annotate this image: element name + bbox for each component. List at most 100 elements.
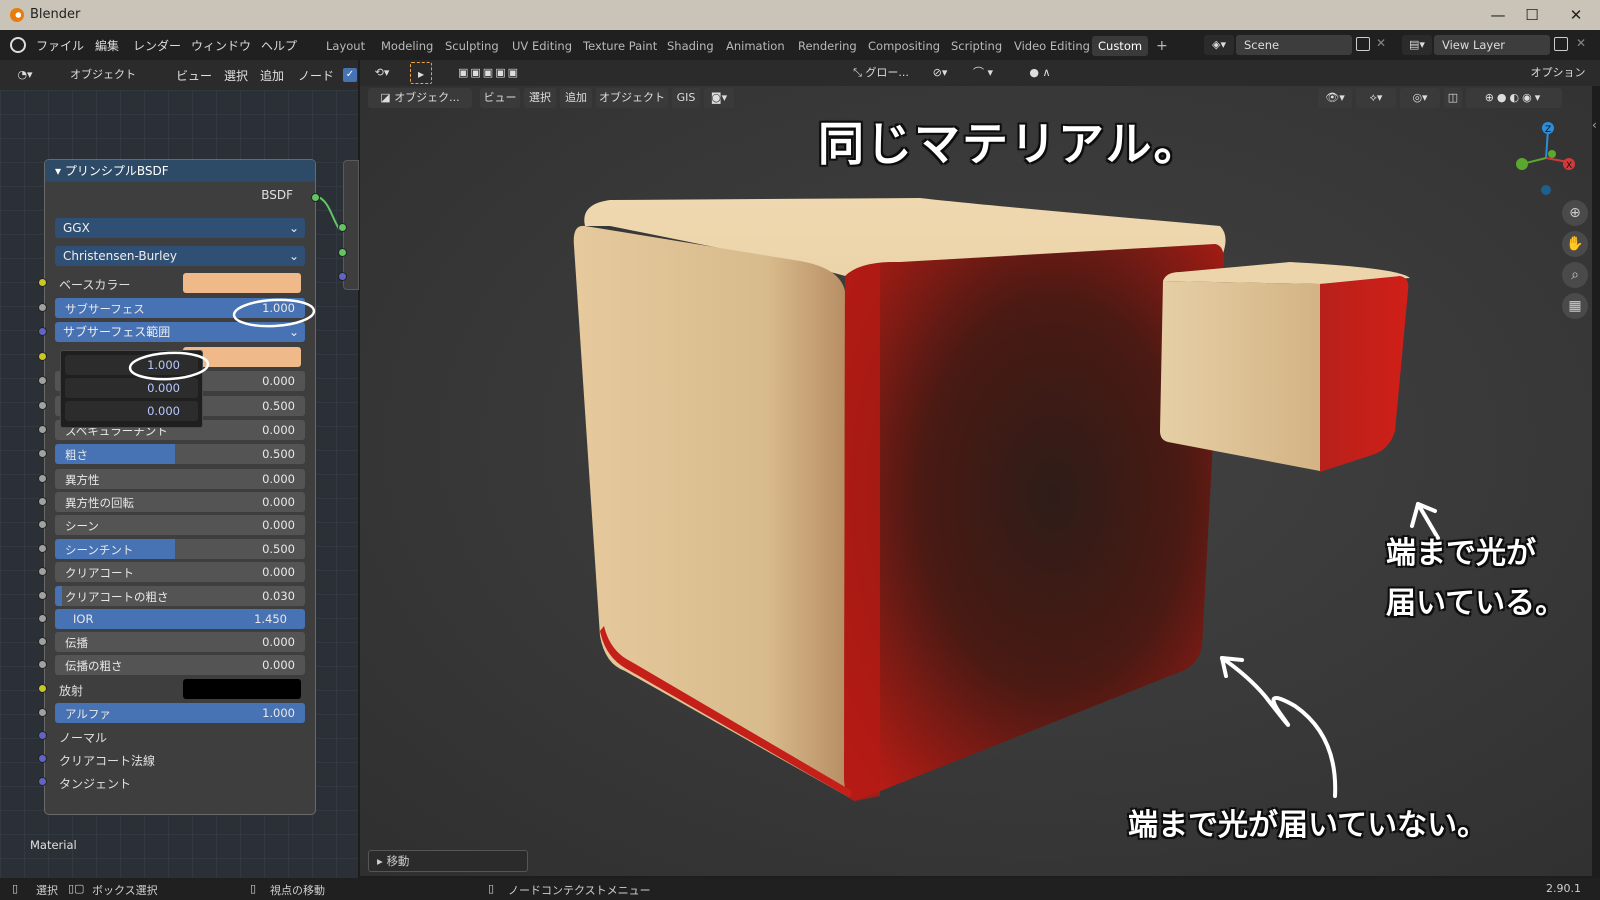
socket-input-9[interactable]	[38, 497, 47, 506]
proportional-edit-icon[interactable]: ● ∧	[1018, 63, 1062, 83]
new-view-layer-icon[interactable]	[1554, 37, 1568, 51]
scene-browse-icon[interactable]: ◈▾	[1204, 35, 1234, 55]
node-menu-select[interactable]: 選択	[224, 67, 248, 84]
node-mode-dropdown[interactable]: オブジェクト	[48, 65, 164, 85]
tab-sculpting[interactable]: Sculpting	[439, 36, 505, 56]
tab-animation[interactable]: Animation	[720, 36, 791, 56]
socket-input-20[interactable]	[38, 754, 47, 763]
socket-input-3[interactable]	[38, 352, 47, 361]
menu-window[interactable]: ウィンドウ	[191, 37, 251, 54]
blender-menu-icon[interactable]	[10, 37, 26, 53]
tab-shading[interactable]: Shading	[661, 36, 720, 56]
socket-bsdf-out[interactable]	[311, 193, 320, 202]
socket-input-8[interactable]	[38, 474, 47, 483]
slider-row-15[interactable]: 伝播 0.000	[55, 632, 305, 652]
socket-input-19[interactable]	[38, 731, 47, 740]
socket-input-11[interactable]	[38, 544, 47, 553]
tab-layout[interactable]: Layout	[320, 36, 371, 56]
navigation-gizmo[interactable]: Z X	[1506, 118, 1576, 198]
socket-input-10[interactable]	[38, 520, 47, 529]
socket-input-13[interactable]	[38, 591, 47, 600]
pan-hand-icon[interactable]: ✋	[1562, 231, 1588, 257]
sidebar-toggle-icon[interactable]: ‹	[1592, 118, 1597, 132]
socket-input-6[interactable]	[38, 425, 47, 434]
distribution-dropdown[interactable]: GGX ⌄	[55, 218, 305, 238]
maximize-button[interactable]: ☐	[1514, 4, 1550, 26]
node-menu-add[interactable]: 追加	[260, 67, 284, 84]
tab-scripting[interactable]: Scripting	[945, 36, 1008, 56]
socket-input-18[interactable]	[38, 708, 47, 717]
color-swatch-17[interactable]	[183, 679, 301, 699]
camera-view-icon[interactable]: ⌕	[1562, 262, 1588, 288]
socket-input-17[interactable]	[38, 684, 47, 693]
tab-texture-paint[interactable]: Texture Paint	[577, 36, 663, 56]
slider-row-1[interactable]: サブサーフェス 1.000	[55, 298, 305, 318]
slider-row-14[interactable]: IOR 1.450	[55, 609, 305, 629]
select-mode-buttons[interactable]: ▣▣▣▣▣	[442, 63, 536, 83]
menu-help[interactable]: ヘルプ	[261, 37, 297, 54]
socket-displacement-in[interactable]	[338, 272, 347, 281]
menu-edit[interactable]: 編集	[95, 37, 119, 54]
pivot-point-icon[interactable]: ⊘▾	[926, 63, 954, 83]
tab-uv-editing[interactable]: UV Editing	[506, 36, 578, 56]
socket-input-5[interactable]	[38, 401, 47, 410]
select-tool-icon[interactable]: ▸	[410, 62, 432, 84]
remove-view-layer-icon[interactable]: ✕	[1576, 36, 1586, 50]
socket-input-21[interactable]	[38, 777, 47, 786]
tab-rendering[interactable]: Rendering	[792, 36, 863, 56]
socket-input-2[interactable]	[38, 327, 47, 336]
add-workspace-button[interactable]: +	[1150, 36, 1174, 56]
editor-type-icon[interactable]: ◔▾	[8, 65, 42, 85]
tab-compositing[interactable]: Compositing	[862, 36, 946, 56]
socket-input-16[interactable]	[38, 660, 47, 669]
editor-type-3d-icon[interactable]: ⟲▾	[366, 63, 398, 83]
socket-surface-in[interactable]	[338, 223, 347, 232]
node-title-bar[interactable]: ▾ プリンシプルBSDF	[45, 160, 315, 182]
node-menu-node[interactable]: ノード	[298, 67, 334, 84]
socket-input-1[interactable]	[38, 303, 47, 312]
zoom-icon[interactable]: ⊕	[1562, 200, 1588, 226]
slider-row-12[interactable]: クリアコート 0.000	[55, 562, 305, 582]
slider-row-10[interactable]: シーン 0.000	[55, 515, 305, 535]
tab-custom[interactable]: Custom	[1092, 36, 1149, 56]
snap-icon[interactable]: ⌒ ▾	[958, 63, 1008, 83]
socket-volume-in[interactable]	[338, 248, 347, 257]
socket-input-14[interactable]	[38, 614, 47, 623]
options-dropdown[interactable]: オプション	[1520, 63, 1596, 83]
subsurface-method-dropdown[interactable]: Christensen-Burley ⌄	[55, 246, 305, 266]
socket-input-12[interactable]	[38, 567, 47, 576]
socket-input-0[interactable]	[38, 278, 47, 287]
radius-y-field[interactable]: 0.000	[65, 378, 198, 398]
view-layer-browse-icon[interactable]: ▤▾	[1402, 35, 1432, 55]
close-button[interactable]: ✕	[1558, 4, 1594, 26]
socket-input-4[interactable]	[38, 376, 47, 385]
use-nodes-checkbox[interactable]: ✓	[343, 68, 357, 82]
view-layer-field[interactable]: View Layer	[1434, 35, 1550, 55]
slider-row-16[interactable]: 伝播の粗さ 0.000	[55, 655, 305, 675]
transform-orientation-dropdown[interactable]: ⤡ グロー...	[840, 63, 922, 83]
slider-row-18[interactable]: アルファ 1.000	[55, 703, 305, 723]
principled-bsdf-node[interactable]: ▾ プリンシプルBSDF BSDF GGX ⌄ Christensen-Burle…	[44, 159, 316, 815]
subsurface-radius-dropdown[interactable]: サブサーフェス範囲 ⌄	[55, 322, 305, 342]
minimize-button[interactable]: —	[1480, 4, 1516, 26]
slider-row-7[interactable]: 粗さ 0.500	[55, 444, 305, 464]
menu-render[interactable]: レンダー	[133, 37, 181, 54]
subsurface-radius-popup[interactable]: 1.000 0.000 0.000	[60, 350, 203, 428]
radius-x-field[interactable]: 1.000	[65, 355, 198, 375]
scene-name-field[interactable]: Scene	[1236, 35, 1352, 55]
remove-scene-icon[interactable]: ✕	[1376, 36, 1386, 50]
slider-row-13[interactable]: クリアコートの粗さ 0.030	[55, 586, 305, 606]
color-swatch-0[interactable]	[183, 273, 301, 293]
socket-input-7[interactable]	[38, 449, 47, 458]
node-menu-view[interactable]: ビュー	[176, 67, 212, 84]
tab-modeling[interactable]: Modeling	[375, 36, 439, 56]
slider-row-8[interactable]: 異方性 0.000	[55, 469, 305, 489]
perspective-toggle-icon[interactable]: ▦	[1562, 293, 1588, 319]
operator-panel[interactable]: ▸ 移動	[368, 850, 528, 872]
slider-row-11[interactable]: シーンチント 0.500	[55, 539, 305, 559]
socket-input-15[interactable]	[38, 637, 47, 646]
radius-z-field[interactable]: 0.000	[65, 401, 198, 421]
new-scene-icon[interactable]	[1356, 37, 1370, 51]
slider-row-9[interactable]: 異方性の回転 0.000	[55, 492, 305, 512]
menu-file[interactable]: ファイル	[36, 37, 84, 54]
